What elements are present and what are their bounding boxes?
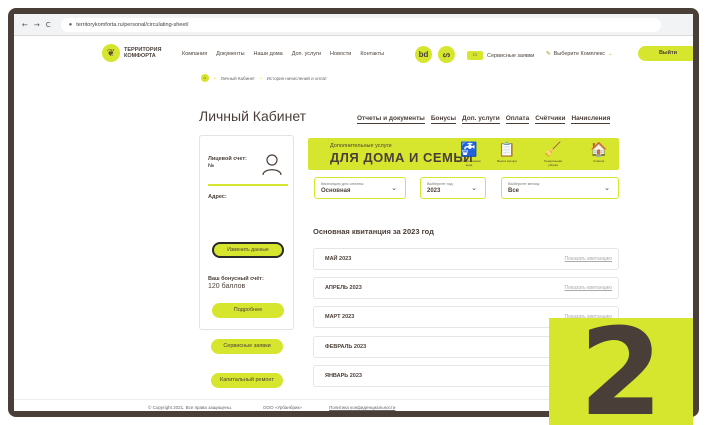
nav-our-houses[interactable]: Наши дома [254, 51, 283, 57]
account-label: Лицевой счет: [208, 156, 247, 162]
chevron-down-icon: ⌄ [471, 184, 477, 192]
forward-icon[interactable]: → [34, 21, 40, 29]
divider [208, 184, 288, 186]
breadcrumb-separator: • [260, 75, 262, 81]
top-navigation: Компания Документы Наши дома Доп. услуги… [182, 51, 384, 57]
tab-payment[interactable]: Оплата [505, 115, 530, 124]
nav-news[interactable]: Новости [330, 51, 351, 57]
nav-documents[interactable]: Документы [216, 51, 244, 57]
select-value: Все [508, 188, 520, 194]
logo-line-2: КОМФОРТА [124, 53, 156, 59]
receipt-month: МАЙ 2023 [325, 256, 352, 262]
receipts-section-title: Основная квитанция за 2023 год [313, 227, 434, 236]
account-card: Лицевой счет: № Адрес: Изменить данные В… [199, 135, 294, 330]
select-value: Основная [321, 188, 351, 194]
url-text: territorykomforta.ru/personal/circulatin… [76, 21, 189, 28]
complex-selector-label: Выберите Комплекс [553, 51, 606, 57]
site-header: ❦ ТЕРРИТОРИЯ КОМФОРТА Компания Документы… [14, 36, 693, 70]
account-info: Лицевой счет: № [208, 156, 247, 170]
bonus-value: 120 баллов [208, 283, 246, 290]
address-label: Адрес: [208, 194, 227, 200]
water-dispenser-icon: 🚰 [460, 142, 478, 158]
site-logo[interactable]: ❦ ТЕРРИТОРИЯ КОМФОРТА [102, 44, 161, 62]
receipt-month: АПРЕЛЬ 2023 [325, 285, 362, 291]
nav-contacts[interactable]: Контакты [360, 51, 384, 57]
nav-extra-services[interactable]: Доп. услуги [292, 51, 321, 57]
ticket-icon: ▭ [467, 51, 483, 60]
nav-company[interactable]: Компания [182, 51, 207, 57]
receipt-month: МАРТ 2023 [325, 314, 355, 320]
breadcrumb-separator: • [214, 75, 216, 81]
lock-icon: ● [68, 21, 73, 28]
bonus-label: Ваш бонусный счёт: [208, 276, 264, 282]
clipboard-icon: 📋 [498, 142, 516, 158]
bonus-details-button[interactable]: Подробнее [212, 303, 284, 318]
banner-title: ДЛЯ ДОМА И СЕМЬИ [330, 150, 474, 165]
leaf-logo-icon: ❦ [102, 44, 120, 62]
house-icon: 🏠 [590, 142, 608, 158]
page-title: Личный Кабинет [199, 108, 307, 124]
receipt-row: МАЙ 2023 Показать квитанцию [313, 248, 619, 270]
edit-data-button[interactable]: Изменить данные [212, 242, 284, 258]
service-requests-link[interactable]: ▭ Сервисные заявки [467, 51, 534, 60]
step-number: 2 [579, 304, 663, 425]
banner-service-trash[interactable]: 📋 Вывоз мусора [494, 141, 520, 163]
receipt-month: ФЕВРАЛЬ 2023 [325, 344, 367, 350]
service-requests-button[interactable]: Сервисные заявки [211, 339, 283, 354]
banner-service-cleaning[interactable]: 🧹 Генеральная уборка [540, 141, 566, 167]
banner-subtitle: Дополнительные услуги [330, 143, 392, 149]
back-icon[interactable]: ← [22, 21, 28, 29]
banner-service-label: Клининг [593, 159, 605, 163]
show-receipt-link[interactable]: Показать квитанцию [565, 256, 612, 262]
user-icon [262, 154, 282, 176]
tab-extra-services[interactable]: Доп. услуги [462, 115, 500, 124]
banner-service-water[interactable]: 🚰 Бутилированная вода [456, 141, 482, 167]
show-receipt-link[interactable]: Показать квитанцию [565, 285, 612, 291]
service-requests-label: Сервисные заявки [487, 52, 535, 59]
logout-button[interactable]: Выйти [638, 46, 693, 61]
step-number-badge: 2 [549, 314, 693, 425]
breadcrumb-account[interactable]: Личный Кабинет [221, 76, 255, 81]
year-select[interactable]: Выберите год: 2023 ⌄ [420, 177, 486, 199]
receipt-month: ЯНВАРЬ 2023 [325, 373, 362, 379]
banner-service-label: Бутилированная вода [457, 159, 481, 167]
extra-services-banner[interactable]: Дополнительные услуги ДЛЯ ДОМА И СЕМЬИ 🚰… [308, 138, 619, 170]
home-icon[interactable]: ⌂ [201, 74, 209, 82]
address-bar[interactable]: ● territorykomforta.ru/personal/circulat… [60, 17, 661, 32]
tab-meters[interactable]: Счётчики [535, 115, 566, 124]
capital-repair-button[interactable]: Капитальный ремонт [211, 373, 283, 388]
footer-copyright: © Copyright 2021. Все права защищены. [148, 405, 233, 410]
banner-service-label: Генеральная уборка [543, 159, 563, 167]
account-tabs: Отчеты и документы Бонусы Доп. услуги Оп… [357, 115, 611, 124]
select-label: Выберите месяц: [508, 181, 541, 186]
broom-icon: 🧹 [544, 142, 562, 158]
breadcrumb: ⌂ • Личный Кабинет • История начислений … [201, 74, 327, 82]
banner-service-clean-home[interactable]: 🏠 Клининг [586, 141, 612, 163]
account-number: № [208, 163, 215, 169]
tab-bonuses[interactable]: Бонусы [430, 115, 457, 124]
bd-icon[interactable]: bd [415, 46, 432, 63]
receipt-row: АПРЕЛЬ 2023 Показать квитанцию [313, 277, 619, 299]
privacy-policy-link[interactable]: Политика конфиденциальности [329, 405, 395, 410]
chevron-down-icon: ⌄ [608, 51, 613, 57]
chevron-down-icon: ⌄ [391, 184, 397, 192]
month-select[interactable]: Выберите месяц: Все ⌄ [501, 177, 619, 199]
breadcrumb-history: История начислений и оплат [266, 75, 327, 81]
receipt-type-select[interactable]: Квитанция для оплаты: Основная ⌄ [314, 177, 406, 199]
footer-company: ООО «Урбанбрик» [263, 405, 302, 410]
banner-service-label: Вывоз мусора [497, 159, 517, 163]
leaf-icon: ✎ [546, 51, 551, 57]
reload-icon[interactable]: C [46, 21, 51, 29]
browser-toolbar: ← → C ● territorykomforta.ru/personal/ci… [14, 14, 693, 36]
complex-selector[interactable]: ✎ Выберите Комплекс ⌄ [546, 51, 613, 57]
tab-reports[interactable]: Отчеты и документы [357, 115, 425, 124]
select-label: Квитанция для оплаты: [321, 181, 365, 186]
tab-charges[interactable]: Начисления [571, 115, 611, 124]
chevron-down-icon: ⌄ [604, 184, 610, 192]
phone-icon[interactable]: ᔕ [438, 46, 455, 63]
